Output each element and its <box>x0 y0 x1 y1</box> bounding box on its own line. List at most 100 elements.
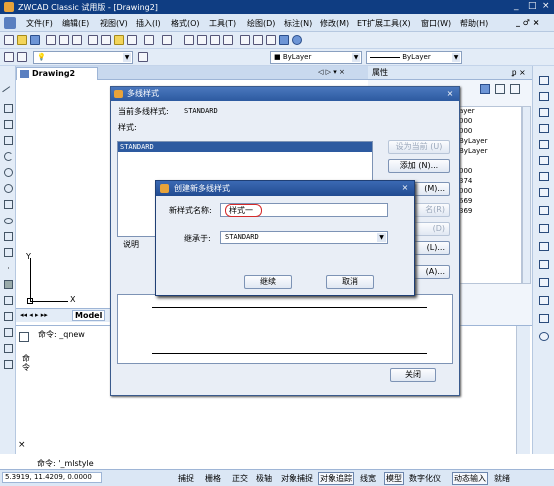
property-row[interactable]: 000 <box>457 187 521 197</box>
property-row[interactable]: 000 <box>457 117 521 127</box>
chamfer-icon[interactable] <box>539 296 549 305</box>
menu-help[interactable]: 帮助(H) <box>460 18 488 29</box>
close-command-icon[interactable]: × <box>18 440 26 450</box>
minimize-button[interactable]: _ <box>514 1 519 11</box>
zoom-previous-icon[interactable] <box>223 35 233 45</box>
properties-icon[interactable] <box>240 35 250 45</box>
menu-et-tools[interactable]: ET扩展工具(X) <box>357 18 411 29</box>
status-lineweight[interactable]: 线宽 <box>360 473 376 484</box>
property-row[interactable]: 669 <box>457 197 521 207</box>
status-model[interactable]: 模型 <box>384 472 404 485</box>
save-icon[interactable] <box>30 35 40 45</box>
toggle-pickadd-icon[interactable] <box>480 84 490 94</box>
explode-icon[interactable] <box>539 332 549 341</box>
make-object-layer-current-icon[interactable] <box>138 52 148 62</box>
calculator-icon[interactable] <box>279 35 289 45</box>
select-objects-icon[interactable] <box>495 84 505 94</box>
color-select[interactable]: ■ ByLayer ▼ <box>270 51 362 64</box>
region-icon[interactable] <box>4 296 13 305</box>
menu-draw[interactable]: 绘图(D) <box>247 18 275 29</box>
continue-button[interactable]: 继续 <box>244 275 292 289</box>
redo-icon[interactable] <box>162 35 172 45</box>
status-ortho[interactable]: 正交 <box>232 473 248 484</box>
scale-icon[interactable] <box>539 188 549 197</box>
status-grid[interactable]: 栅格 <box>205 473 221 484</box>
tab-drawing2[interactable]: Drawing2 <box>16 67 98 80</box>
insert-block-icon[interactable] <box>4 232 13 241</box>
maximize-button[interactable]: □ <box>528 1 537 11</box>
calculator-side-icon[interactable] <box>4 360 13 369</box>
array-icon[interactable] <box>539 140 549 149</box>
rotate-icon[interactable] <box>539 172 549 181</box>
print-icon[interactable] <box>46 35 56 45</box>
layer-select[interactable]: 💡 ▼ <box>33 51 133 64</box>
menu-edit[interactable]: 编辑(E) <box>62 18 89 29</box>
command-scrollbar[interactable] <box>516 326 530 454</box>
revcloud-icon[interactable] <box>4 184 13 193</box>
property-row[interactable]: 369 <box>457 207 521 217</box>
menu-insert[interactable]: 插入(I) <box>136 18 161 29</box>
line-icon[interactable] <box>2 86 15 99</box>
quick-select-icon[interactable] <box>510 84 520 94</box>
close-icon[interactable]: × <box>399 182 411 193</box>
menu-window[interactable]: 窗口(W) <box>421 18 451 29</box>
polyline-icon[interactable] <box>4 104 13 113</box>
undo-icon[interactable] <box>144 35 154 45</box>
cut-icon[interactable] <box>88 35 98 45</box>
design-center-icon[interactable] <box>253 35 263 45</box>
point-icon[interactable]: · <box>4 264 13 273</box>
rectangle-icon[interactable] <box>4 136 13 145</box>
set-current-button[interactable]: 设为当前 (U) <box>388 140 450 154</box>
menu-file[interactable]: 文件(F) <box>26 18 53 29</box>
add-button[interactable]: 添加 (N)... <box>388 159 450 173</box>
tool-palettes-icon[interactable] <box>266 35 276 45</box>
zoom-realtime-icon[interactable] <box>197 35 207 45</box>
help-icon[interactable] <box>292 35 302 45</box>
zoom-window-icon[interactable] <box>210 35 220 45</box>
menu-view[interactable]: 视图(V) <box>100 18 128 29</box>
layer-tool-icon[interactable] <box>4 344 13 353</box>
pan-icon[interactable] <box>184 35 194 45</box>
layer-manager-icon[interactable] <box>4 52 14 62</box>
status-snap[interactable]: 捕捉 <box>178 473 194 484</box>
join-icon[interactable] <box>539 278 549 287</box>
menu-dimension[interactable]: 标注(N) <box>284 18 312 29</box>
properties-scrollbar[interactable] <box>522 106 531 284</box>
status-dynamic-input[interactable]: 动态输入 <box>452 472 488 485</box>
cancel-button[interactable]: 取消 <box>326 275 374 289</box>
match-properties-icon[interactable] <box>127 35 137 45</box>
hatch-icon[interactable] <box>4 280 13 289</box>
new-file-icon[interactable] <box>4 35 14 45</box>
status-osnap[interactable]: 对象捕捉 <box>281 473 313 484</box>
stretch-icon[interactable] <box>539 206 549 215</box>
make-block-icon[interactable] <box>4 248 13 257</box>
fillet-icon[interactable] <box>539 314 549 323</box>
ellipse-icon[interactable] <box>4 218 13 224</box>
break-icon[interactable] <box>539 260 549 269</box>
document-window-controls[interactable]: _ ♂ × <box>516 18 539 27</box>
circle-icon[interactable] <box>4 168 13 177</box>
linetype-select[interactable]: ByLayer ▼ <box>366 51 462 64</box>
layout-tab-navigation[interactable]: ◂◂ ◂ ▸ ▸▸ <box>20 311 48 319</box>
list-item[interactable]: STANDARD <box>118 142 372 152</box>
close-button[interactable]: × <box>542 1 550 11</box>
copy-object-icon[interactable] <box>539 92 549 101</box>
mirror-icon[interactable] <box>539 108 549 117</box>
tab-model[interactable]: Model <box>72 310 106 321</box>
base-style-select[interactable]: STANDARD ▼ <box>220 231 388 244</box>
status-polar[interactable]: 极轴 <box>256 473 272 484</box>
table-icon[interactable] <box>4 312 13 321</box>
layer-states-icon[interactable] <box>17 52 27 62</box>
offset-icon[interactable] <box>539 124 549 133</box>
print-preview-icon[interactable] <box>59 35 69 45</box>
extend-icon[interactable] <box>539 242 549 251</box>
move-icon[interactable] <box>539 156 549 165</box>
property-row[interactable]: ByLayer <box>457 137 521 147</box>
property-row[interactable]: ayer <box>457 107 521 117</box>
status-tablet[interactable]: 数字化仪 <box>409 473 441 484</box>
tab-navigation[interactable]: ◁ ▷ ▾ × <box>318 68 345 76</box>
paste-icon[interactable] <box>114 35 124 45</box>
property-row[interactable]: ByLayer <box>457 147 521 157</box>
spline-icon[interactable] <box>4 200 13 209</box>
property-row[interactable]: 000 <box>457 167 521 177</box>
